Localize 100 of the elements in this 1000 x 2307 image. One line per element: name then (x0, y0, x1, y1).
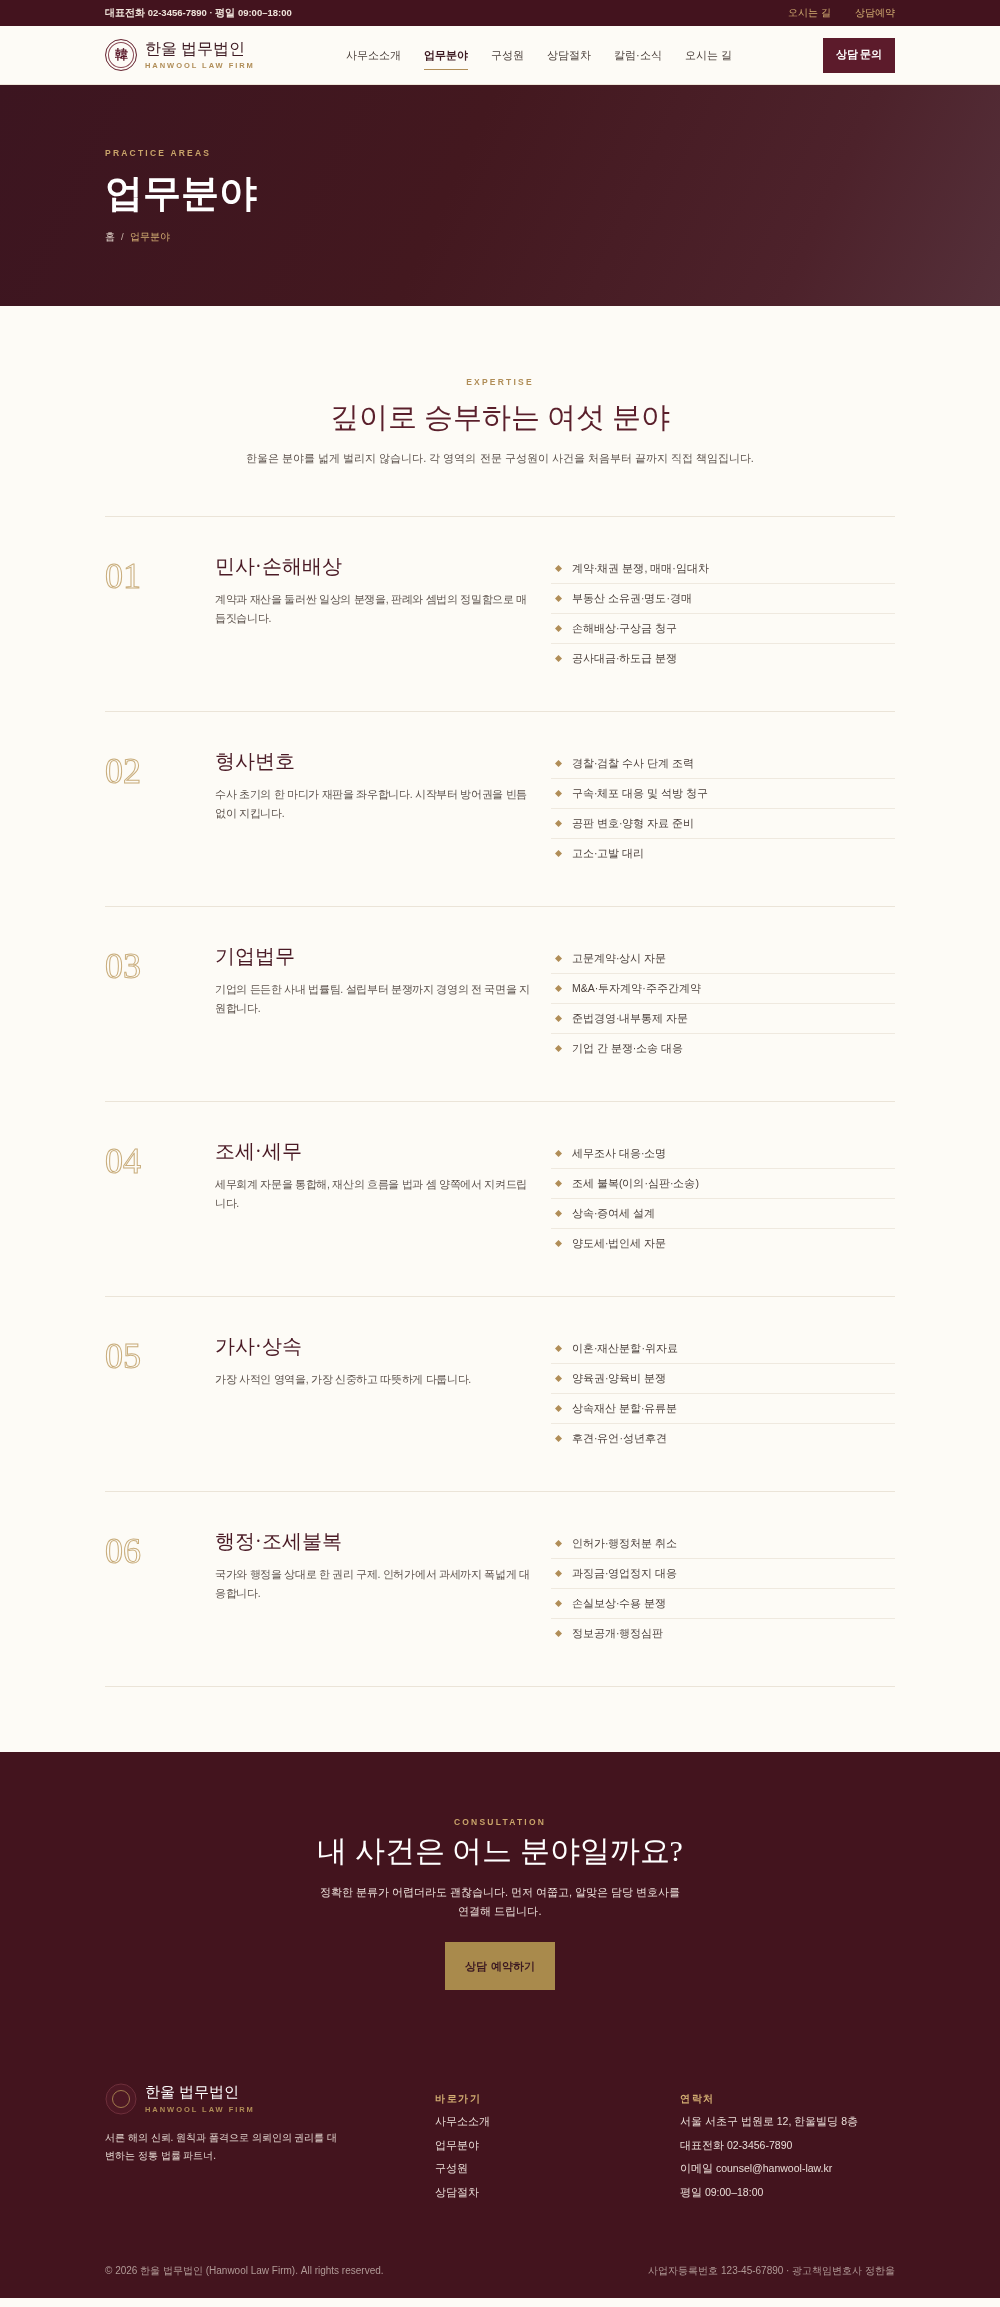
logo-seal: 韓 (105, 39, 137, 71)
service-item: 인허가·행정처분 취소 (572, 1536, 678, 1551)
service-item: 이혼·재산분할·위자료 (572, 1341, 678, 1356)
hero-eyebrow: PRACTICE AREAS (105, 149, 212, 158)
footer-link[interactable]: 상담절차 (435, 2184, 479, 2199)
footer-link[interactable]: 업무분야 (435, 2137, 479, 2152)
diamond-icon (555, 1630, 562, 1637)
service-item: 정보공개·행정심판 (572, 1626, 664, 1641)
registration-text: 사업자등록번호 123-45-67890 · 광고책임변호사 정한울 (648, 2264, 895, 2279)
top-link[interactable]: 상담예약 (855, 5, 895, 21)
area-title: 행정·조세불복 (215, 1529, 342, 1553)
diamond-icon (555, 955, 562, 962)
nav-link[interactable]: 사무소소개 (346, 40, 402, 70)
diamond-icon (555, 565, 562, 572)
service-item: 양도세·법인세 자문 (572, 1236, 667, 1251)
diamond-icon (555, 1405, 562, 1412)
area-description: 기업의 든든한 사내 법률팀. 설립부터 분쟁까지 경영의 전 국면을 지원합니다. (215, 982, 531, 1016)
area-description: 가장 사적인 영역을, 가장 신중하고 따뜻하게 다룹니다. (215, 1372, 472, 1387)
diamond-icon (555, 1435, 562, 1442)
service-item: 세무조사 대응·소명 (572, 1146, 667, 1161)
area-number: 04 (105, 1143, 141, 1179)
diamond-icon (555, 1180, 562, 1187)
service-item: 구속·체포 대응 및 석방 청구 (572, 786, 709, 801)
service-item: 부동산 소유권·명도·경매 (572, 591, 692, 606)
section-title: 깊이로 승부하는 여섯 분야 (329, 400, 671, 434)
footer-tagline: 서른 해의 신뢰. 원칙과 품격으로 의뢰인의 권리를 대변하는 정통 법률 파트너. (105, 2131, 339, 2164)
area-title: 가사·상속 (215, 1334, 302, 1358)
cta-text: 정확한 분류가 어렵더라도 괜찮습니다. 먼저 여쭙고, 알맞은 담당 변호사를 연결해 드립니다. (318, 1884, 682, 1920)
cta-title: 내 사건은 어느 분야일까요? (317, 1832, 683, 1869)
diamond-icon (555, 850, 562, 857)
area-title: 민사·손해배상 (215, 554, 342, 578)
contact-line: 이메일 counsel@hanwool-law.kr (680, 2161, 833, 2176)
footer-brand-name: 한울 법무법인 (145, 2084, 239, 2102)
diamond-icon (555, 1210, 562, 1217)
diamond-icon (555, 1240, 562, 1247)
logo-rings-icon (105, 2083, 137, 2116)
cta-eyebrow: CONSULTATION (453, 1818, 547, 1827)
service-item: 손실보상·수용 분쟁 (572, 1596, 667, 1611)
diamond-icon (555, 595, 562, 602)
service-item: 공사대금·하도급 분쟁 (572, 651, 678, 666)
nav-link[interactable]: 오시는 길 (684, 40, 732, 70)
service-item: 고문계약·상시 자문 (572, 951, 667, 966)
nav-link[interactable]: 구성원 (491, 40, 525, 70)
footer-heading: 연락처 (680, 2093, 715, 2106)
diamond-icon (555, 1015, 562, 1022)
area-number: 03 (105, 948, 141, 984)
footer-link[interactable]: 구성원 (435, 2161, 468, 2176)
area-number: 01 (105, 558, 141, 594)
nav-link[interactable]: 업무분야 (424, 40, 469, 70)
diamond-icon (555, 1540, 562, 1547)
top-link[interactable]: 오시는 길 (788, 5, 831, 21)
area-title: 기업법무 (215, 944, 295, 968)
diamond-icon (555, 655, 562, 662)
contact-line: 서울 서초구 법원로 12, 한울빌딩 8층 (680, 2114, 859, 2129)
diamond-icon (555, 760, 562, 767)
service-item: 경찰·검찰 수사 단계 조력 (572, 756, 695, 771)
footer-heading: 바로가기 (435, 2093, 482, 2106)
contact-line: 평일 09:00–18:00 (680, 2184, 764, 2199)
service-item: 고소·고발 대리 (572, 846, 645, 861)
contact-info: 대표전화 02-3456-7890 · 평일 09:00–18:00 (105, 5, 292, 20)
breadcrumb-separator: / (121, 229, 124, 244)
book-consultation-button[interactable]: 상담 예약하기 (445, 1942, 555, 1991)
area-title: 조세·세무 (215, 1139, 302, 1163)
area-number: 02 (105, 753, 141, 789)
page-title: 업무분야 (105, 173, 257, 212)
diamond-icon (555, 625, 562, 632)
diamond-icon (555, 1600, 562, 1607)
service-item: 계약·채권 분쟁, 매매·임대차 (572, 561, 709, 576)
area-description: 수사 초기의 한 마디가 재판을 좌우합니다. 시작부터 방어권을 빈틈없이 지킵니다. (215, 787, 528, 821)
contact-line: 대표전화 02-3456-7890 (680, 2137, 793, 2152)
service-item: 후견·유언·성년후견 (572, 1431, 667, 1446)
area-description: 세무회계 자문을 통합해, 재산의 흐름을 법과 셈 양쪽에서 지켜드립니다. (215, 1177, 528, 1211)
service-item: 기업 간 분쟁·소송 대응 (572, 1041, 684, 1056)
area-number: 05 (105, 1338, 141, 1374)
section-intro: 한울은 분야를 넓게 벌리지 않습니다. 각 영역의 전문 구성원이 사건을 처음부터 끝까지 직접 책임집니다. (246, 450, 754, 466)
breadcrumb-current: 업무분야 (129, 229, 170, 244)
diamond-icon (555, 1150, 562, 1157)
service-item: 과징금·영업정지 대응 (572, 1566, 678, 1581)
section-eyebrow: EXPERTISE (466, 378, 534, 387)
diamond-icon (555, 1570, 562, 1577)
area-description: 국가와 행정을 상대로 한 권리 구제. 인허가에서 과세까지 폭넓게 대응합니다. (215, 1567, 531, 1601)
copyright-text: © 2026 한울 법무법인 (Hanwool Law Firm). All rights reserved. (105, 2264, 384, 2279)
service-item: 상속·증여세 설계 (572, 1206, 656, 1221)
breadcrumb-link[interactable]: 홈 (105, 229, 115, 244)
diamond-icon (555, 790, 562, 797)
nav-link[interactable]: 칼럼·소식 (614, 40, 662, 70)
area-title: 형사변호 (215, 749, 295, 773)
service-item: 공판 변호·양형 자료 준비 (572, 816, 695, 831)
diamond-icon (555, 820, 562, 827)
service-item: 조세 불복(이의·심판·소송) (572, 1176, 699, 1191)
service-item: 상속재산 분할·유류분 (572, 1401, 678, 1416)
footer-link[interactable]: 사무소소개 (435, 2114, 490, 2129)
brand-name: 한울 법무법인 (145, 40, 245, 59)
diamond-icon (555, 1375, 562, 1382)
service-item: 손해배상·구상금 청구 (572, 621, 678, 636)
area-description: 계약과 재산을 둘러싼 일상의 분쟁을, 판례와 셈법의 정밀함으로 매듭짓습니다. (215, 592, 528, 626)
consult-button[interactable]: 상담 문의 (823, 37, 895, 73)
nav-link[interactable]: 상담절차 (547, 40, 592, 70)
diamond-icon (555, 1045, 562, 1052)
area-number: 06 (105, 1533, 141, 1569)
